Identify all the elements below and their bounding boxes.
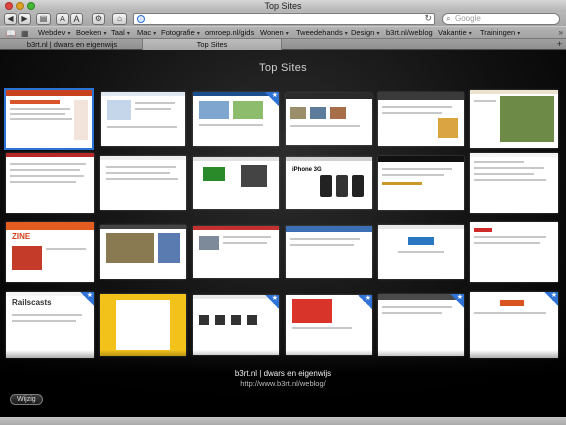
top-site-thumbnail[interactable] — [378, 156, 464, 210]
text-smaller-label: A — [60, 16, 65, 23]
top-site-thumbnail[interactable] — [470, 153, 558, 213]
bookmark-label: Vakantie — [438, 28, 467, 37]
top-site-thumbnail[interactable]: ★ — [378, 294, 464, 356]
top-site-thumbnail-sitezine[interactable]: ZINE — [6, 222, 94, 282]
bookmark-label: Boeken — [76, 28, 102, 37]
pinned-star-icon: ★ — [80, 292, 94, 306]
pinned-star-icon: ★ — [544, 292, 558, 306]
text-larger-button[interactable]: A — [70, 13, 83, 25]
top-site-thumbnail[interactable] — [470, 90, 558, 148]
chevron-down-icon: ▾ — [344, 31, 348, 37]
chevron-down-icon: ▾ — [285, 31, 289, 37]
text-larger-label: A — [73, 14, 80, 24]
top-site-thumbnail[interactable]: ★ — [193, 92, 279, 146]
new-tab-button[interactable]: + — [557, 39, 562, 50]
home-button[interactable]: ⌂ — [112, 13, 127, 25]
close-window-icon[interactable] — [5, 2, 13, 10]
minimize-window-icon[interactable] — [16, 2, 24, 10]
home-icon: ⌂ — [117, 14, 122, 23]
chevron-down-icon: ▾ — [153, 31, 157, 37]
status-bar — [0, 417, 566, 425]
bookmark-label: Fotografie — [161, 28, 195, 37]
forward-arrow-icon: ▶ — [21, 14, 28, 23]
thumbnail-heading: Railscasts — [12, 298, 52, 307]
bookmark-label: Trainingen — [480, 28, 516, 37]
top-site-thumbnail[interactable] — [100, 225, 186, 279]
tab-weblog[interactable]: b3rt.nl | dwars en eigenwijs — [2, 39, 142, 50]
pinned-star-icon: ★ — [265, 295, 279, 309]
back-button[interactable]: ◀ — [4, 13, 17, 25]
bookmark-weblog[interactable]: b3rt.nl/weblog — [386, 27, 433, 38]
chevron-down-icon: ▾ — [196, 31, 200, 37]
top-sites-heading: Top Sites — [259, 62, 307, 74]
top-site-thumbnail[interactable] — [470, 222, 558, 282]
zoom-window-icon[interactable] — [27, 2, 35, 10]
edit-button[interactable]: Wijzig — [10, 394, 43, 405]
top-site-thumbnail[interactable]: ★ — [286, 295, 372, 355]
search-field[interactable]: ⌕ Google — [442, 13, 560, 25]
top-site-thumbnail[interactable]: ★ — [470, 292, 558, 358]
title-bar: Top Sites — [0, 0, 566, 12]
toolbar: ◀ ▶ ▤ A A ⚙ ⌂ ↻ ⌕ Google — [0, 12, 566, 26]
top-site-thumbnail-b3rt[interactable] — [4, 88, 94, 150]
selected-site-title: b3rt.nl | dwars en eigenwijs — [234, 369, 332, 378]
bookmark-label: Tweedehands — [296, 28, 343, 37]
top-site-thumbnail[interactable] — [286, 226, 372, 278]
top-site-thumbnail[interactable]: ★ — [193, 295, 279, 355]
chevron-down-icon: ▾ — [67, 31, 71, 37]
chevron-down-icon: ▾ — [126, 31, 130, 37]
window-title: Top Sites — [264, 1, 302, 11]
globe-icon — [137, 15, 145, 23]
top-site-thumbnail-iphone[interactable]: iPhone 3G — [286, 157, 372, 209]
thumbnail-heading: ZINE — [12, 232, 31, 241]
text-smaller-button[interactable]: A — [56, 13, 69, 25]
pinned-star-icon: ★ — [358, 295, 372, 309]
top-site-thumbnail[interactable] — [286, 93, 372, 145]
tab-label: Top Sites — [196, 40, 228, 49]
top-site-thumbnail-railscasts[interactable]: Railscasts ★ — [6, 292, 94, 358]
bookmark-label: b3rt.nl/weblog — [386, 28, 433, 37]
top-site-thumbnail[interactable] — [378, 92, 464, 146]
bookmark-label: Wonen — [260, 28, 284, 37]
print-button[interactable]: ▤ — [36, 13, 51, 25]
top-site-thumbnail[interactable] — [100, 156, 186, 210]
printer-icon: ▤ — [39, 14, 48, 23]
bookmark-label: Taal — [111, 28, 125, 37]
search-placeholder: Google — [455, 14, 481, 23]
selected-site-url: http://www.b3rt.nl/weblog/ — [240, 379, 326, 388]
reload-icon[interactable]: ↻ — [424, 13, 432, 24]
bookmarks-overflow-button[interactable]: » — [559, 27, 563, 38]
back-arrow-icon: ◀ — [7, 14, 14, 23]
bookmark-omroep[interactable]: omroep.nl/gids — [205, 27, 254, 38]
chevron-down-icon: ▾ — [468, 31, 472, 37]
top-sites-view: Top Sites ★ iPhone 3G ZINE Railscasts ★ … — [0, 50, 566, 417]
thumbnail-heading: iPhone 3G — [292, 167, 322, 173]
gear-icon: ⚙ — [94, 14, 103, 23]
chevron-down-icon: ▾ — [103, 31, 107, 37]
pinned-star-icon: ★ — [265, 92, 279, 106]
address-bar[interactable]: ↻ — [133, 13, 435, 25]
pinned-star-icon: ★ — [450, 294, 464, 308]
top-site-thumbnail[interactable] — [101, 92, 185, 146]
top-site-thumbnail[interactable] — [193, 157, 279, 209]
tab-label: b3rt.nl | dwars en eigenwijs — [26, 40, 118, 49]
bookmark-label: Design — [351, 28, 375, 37]
bookmarks-bar: 📖 ▦ Webdev ▾ Boeken ▾ Taal ▾ Mac ▾ Fotog… — [0, 26, 566, 38]
top-site-thumbnail[interactable] — [6, 153, 94, 213]
bookmark-label: Mac — [137, 28, 152, 37]
settings-button[interactable]: ⚙ — [92, 13, 105, 25]
chevron-down-icon: ▾ — [517, 31, 521, 37]
tab-top-sites[interactable]: Top Sites — [142, 39, 282, 50]
bookmark-label: omroep.nl/gids — [205, 28, 255, 37]
chevron-down-icon: ▾ — [376, 31, 380, 37]
top-site-thumbnail[interactable] — [100, 294, 186, 356]
tab-bar: b3rt.nl | dwars en eigenwijs Top Sites + — [0, 38, 566, 50]
bookmark-label: Webdev — [38, 28, 66, 37]
search-icon: ⌕ — [446, 14, 451, 23]
top-site-thumbnail[interactable] — [378, 225, 464, 279]
forward-button[interactable]: ▶ — [18, 13, 31, 25]
top-site-thumbnail[interactable] — [193, 226, 279, 278]
